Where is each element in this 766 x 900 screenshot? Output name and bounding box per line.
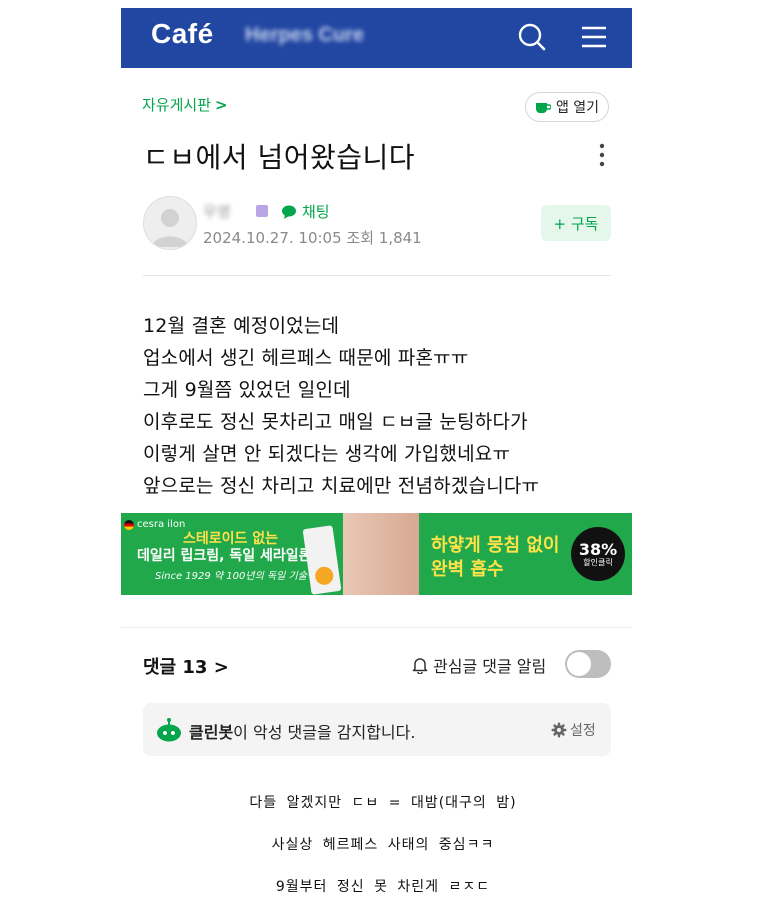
settings-label: 설정 bbox=[570, 723, 596, 739]
post-body-line: 업소에서 생긴 헤르페스 때문에 파혼ㅠㅠ bbox=[143, 347, 469, 369]
post-body-line: 12월 결혼 예정이었는데 bbox=[143, 315, 340, 337]
ad-subheadline: 데일리 립크림, 독일 세라일론 bbox=[137, 548, 312, 564]
more-options-button[interactable] bbox=[594, 142, 610, 168]
search-button[interactable] bbox=[516, 21, 548, 53]
cleanbot-message: 이 악성 댓글을 감지합니다. bbox=[233, 723, 416, 742]
discount-label: 할인클릭 bbox=[583, 558, 613, 567]
open-app-label: 앱 열기 bbox=[555, 100, 600, 116]
post-title: ㄷㅂ에서 넘어왔습니다 bbox=[143, 141, 416, 174]
caption-line: 다들 알겠지만 ㄷㅂ = 대밤(대구의 밤) bbox=[249, 795, 517, 811]
subscribe-button[interactable]: + 구독 bbox=[541, 205, 611, 241]
search-icon bbox=[518, 23, 546, 51]
cleanbot-robot-icon bbox=[157, 718, 181, 742]
author-name[interactable]: 우영 bbox=[203, 201, 231, 222]
menu-button[interactable] bbox=[578, 21, 610, 53]
more-vertical-icon bbox=[599, 143, 605, 167]
ad-copy-line-2: 완벽 흡수 bbox=[431, 559, 504, 580]
comment-alert-label: 관심글 댓글 알림 bbox=[411, 653, 546, 677]
german-flag-icon bbox=[124, 519, 134, 530]
cleanbot-notice: 클린봇이 악성 댓글을 감지합니다. 설정 bbox=[143, 703, 611, 756]
toggle-knob bbox=[567, 652, 591, 676]
author-avatar[interactable] bbox=[143, 196, 197, 250]
post-body-line: 그게 9월쯤 있었던 일인데 bbox=[143, 379, 351, 401]
board-link[interactable]: 자유게시판 > bbox=[142, 94, 228, 115]
product-tube-image bbox=[302, 525, 342, 595]
discount-badge[interactable]: 38% 할인클릭 bbox=[571, 527, 625, 581]
ad-brand: cesra ilon bbox=[124, 519, 185, 530]
post-body-line: 이후로도 정신 못차리고 매일 ㄷㅂ글 눈팅하다가 bbox=[143, 411, 528, 433]
ad-copy-line-1: 하얗게 뭉침 없이 bbox=[431, 535, 560, 556]
cleanbot-text: 클린봇이 악성 댓글을 감지합니다. bbox=[189, 719, 415, 743]
chevron-right-icon: > bbox=[215, 96, 228, 114]
ad-banner[interactable]: cesra ilon 스테로이드 없는 데일리 립크림, 독일 세라일론 Sin… bbox=[121, 513, 632, 595]
open-app-button[interactable]: 앱 열기 bbox=[525, 92, 609, 122]
cafe-logo[interactable]: Café bbox=[151, 18, 214, 50]
member-level-badge bbox=[256, 205, 268, 217]
model-photo bbox=[343, 513, 419, 595]
cleanbot-name: 클린봇 bbox=[189, 723, 234, 742]
post-body-line: 앞으로는 정신 차리고 치료에만 전념하겠습니다ㅠ bbox=[143, 475, 540, 497]
cup-icon bbox=[535, 103, 551, 113]
top-bar: Café Herpes Cure bbox=[121, 8, 632, 68]
comment-alert-toggle[interactable] bbox=[565, 650, 611, 678]
divider bbox=[143, 275, 611, 276]
ad-since: Since 1929 약 100년의 독일 기술력 bbox=[155, 571, 317, 582]
caption-line: 9월부터 정신 못 차린게 ㄹㅈㄷ bbox=[275, 879, 491, 895]
comments-link[interactable]: 댓글 13 > bbox=[143, 653, 229, 679]
user-silhouette-icon bbox=[152, 209, 188, 247]
caption-line: 사실상 헤르페스 사태의 중심ㅋㅋ bbox=[271, 837, 495, 853]
post-body: 12월 결혼 예정이었는데 업소에서 생긴 헤르페스 때문에 파혼ㅠㅠ 그게 9… bbox=[143, 310, 613, 502]
gear-icon bbox=[551, 722, 567, 738]
chat-label: 채팅 bbox=[302, 203, 330, 221]
hamburger-icon bbox=[582, 26, 606, 48]
chat-link[interactable]: 채팅 bbox=[281, 201, 330, 222]
post-meta: 2024.10.27. 10:05 조회 1,841 bbox=[203, 229, 422, 247]
bell-icon bbox=[412, 658, 428, 674]
discount-value: 38% bbox=[578, 540, 618, 559]
ad-brand-label: cesra ilon bbox=[137, 519, 186, 530]
post-body-line: 이렇게 살면 안 되겠다는 생각에 가입했네요ㅠ bbox=[143, 443, 511, 465]
chat-bubble-icon bbox=[282, 205, 296, 219]
cafe-name[interactable]: Herpes Cure bbox=[245, 24, 364, 47]
board-name: 자유게시판 bbox=[142, 96, 212, 114]
divider bbox=[121, 627, 632, 628]
mobile-frame: Café Herpes Cure 자유게시판 > 앱 열기 ㄷㅂ에서 넘어왔습니다 bbox=[121, 8, 632, 756]
cleanbot-settings-button[interactable]: 설정 bbox=[551, 720, 596, 740]
comment-alert-text: 관심글 댓글 알림 bbox=[433, 657, 547, 676]
